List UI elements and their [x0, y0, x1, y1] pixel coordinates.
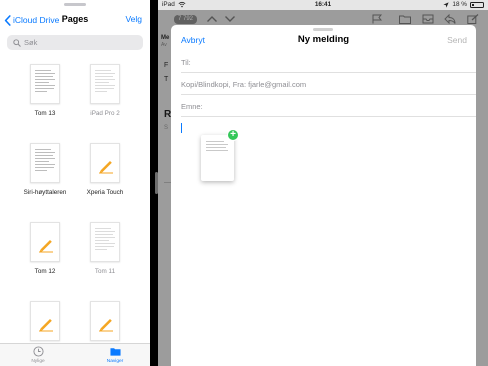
pages-document-icon: [90, 143, 120, 183]
to-field[interactable]: Til:: [171, 51, 476, 73]
compose-sheet: Avbryt Ny melding Send Til: Kopi/Blindko…: [171, 25, 476, 366]
pages-document-icon: [30, 222, 60, 262]
document-thumbnail: [30, 143, 60, 183]
field-separator: [181, 116, 476, 117]
file-grid: Tom 13 iPad Pro 2 Siri-høyttaleren Xperia T…: [0, 60, 150, 343]
subject-field[interactable]: Emne:: [171, 95, 476, 117]
battery-percent: 18 %: [452, 1, 467, 8]
compose-title: Ny melding: [297, 34, 350, 45]
pages-document-icon: [90, 301, 120, 341]
search-placeholder: Søk: [24, 38, 38, 47]
file-name: Tom 11: [94, 268, 116, 275]
tab-browse[interactable]: Naviger: [90, 346, 140, 364]
document-thumbnail: [90, 64, 120, 104]
document-thumbnail: [30, 64, 60, 104]
cc-from-label: Kopi/Blindkopi, Fra: fjarle@gmail.com: [181, 80, 307, 89]
cc-from-field[interactable]: Kopi/Blindkopi, Fra: fjarle@gmail.com: [171, 73, 476, 95]
tab-browse-label: Naviger: [106, 359, 124, 364]
text-cursor: [181, 123, 182, 133]
dragged-document[interactable]: [201, 135, 234, 181]
file-name: Xperia Touch: [86, 189, 124, 196]
add-badge-icon: +: [227, 129, 239, 141]
to-label: Til:: [181, 58, 191, 67]
location-icon: [443, 1, 450, 8]
status-time: 16:41: [314, 1, 332, 8]
mail-pane: iPad 16:41 18 % 7 792 Me Av F T R S Avbr…: [158, 0, 488, 366]
file-name: iPad Pro 2: [90, 110, 120, 117]
tab-recents-label: Nylige: [31, 359, 45, 364]
search-field[interactable]: Søk: [7, 35, 143, 50]
pages-document-icon: [30, 301, 60, 341]
folder-icon: [109, 348, 121, 356]
search-icon: [13, 38, 21, 47]
files-nav-bar: iCloud Drive Pages Velg: [0, 12, 150, 28]
clock-icon: [32, 346, 44, 357]
status-bar: iPad 16:41 18 %: [158, 0, 488, 10]
tab-recents[interactable]: Nylige: [13, 346, 63, 364]
select-button[interactable]: Velg: [125, 14, 142, 24]
battery-icon: [470, 1, 484, 8]
files-pane: iCloud Drive Pages Velg Søk Tom 13 iPad P…: [0, 0, 150, 366]
document-thumbnail: [90, 222, 120, 262]
compose-header: Avbryt Ny melding Send: [171, 31, 476, 49]
file-item[interactable]: Tom 11: [75, 222, 135, 278]
file-item[interactable]: iPad Pro 2: [75, 64, 135, 120]
tab-bar: Nylige Naviger: [0, 343, 150, 366]
subject-label: Emne:: [181, 102, 203, 111]
file-item[interactable]: Xperia Touch: [75, 143, 135, 199]
send-button[interactable]: Send: [447, 35, 467, 45]
pane-grabber[interactable]: [64, 3, 86, 6]
